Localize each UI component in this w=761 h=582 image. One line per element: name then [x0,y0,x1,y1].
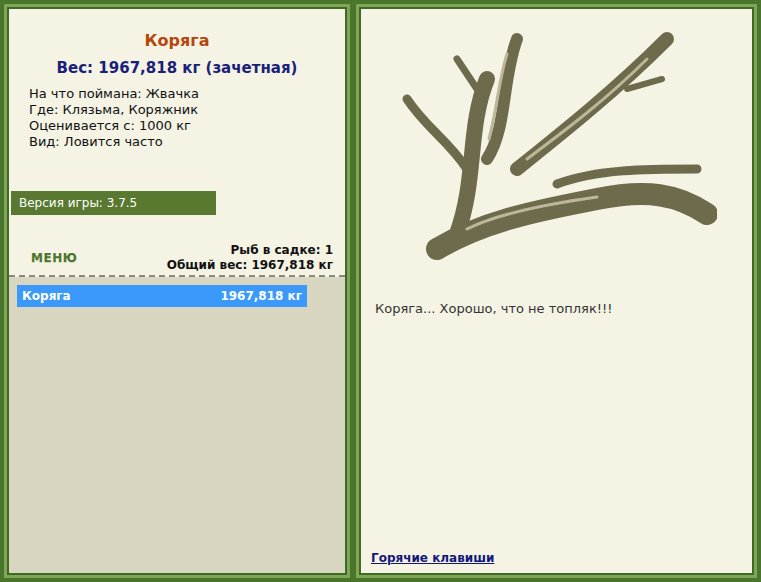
snag-icon [397,19,717,269]
detail-line: Где: Клязьма, Коряжник [29,102,333,118]
catch-info: Коряга Вес: 1967,818 кг (зачетная) На чт… [9,9,345,277]
keepnet-list: Коряга 1967,818 кг [9,277,345,573]
menu-button[interactable]: МЕНЮ [31,249,77,267]
item-weight: 1967,818 кг [220,287,302,305]
catch-title: Коряга [21,29,333,53]
catch-details: На что поймана: ЖвачкаГде: Клязьма, Коря… [21,86,333,150]
keepnet-stats: Рыб в садке: 1 Общий вес: 1967,818 кг [167,243,333,273]
game-window: Коряга Вес: 1967,818 кг (зачетная) На чт… [0,0,761,582]
version-bar: Версия игры: 3.7.5 [11,191,216,215]
catch-description: Коряга... Хорошо, что не топляк!!! [369,299,744,319]
catch-weight: Вес: 1967,818 кг (зачетная) [21,57,333,80]
detail-line: Оценивается с: 1000 кг [29,118,333,134]
detail-line: Вид: Ловится часто [29,134,333,150]
item-name: Коряга [22,287,71,305]
hotkeys-link[interactable]: Горячие клавиши [369,551,494,565]
menu-row: МЕНЮ Рыб в садке: 1 Общий вес: 1967,818 … [21,243,333,273]
fish-count: Рыб в садке: 1 [167,243,333,258]
detail-line: На что поймана: Жвачка [29,86,333,102]
snag-image [369,19,744,269]
catch-panel: Коряга Вес: 1967,818 кг (зачетная) На чт… [4,4,350,578]
preview-panel: Коряга... Хорошо, что не топляк!!! Горяч… [356,4,757,578]
total-weight: Общий вес: 1967,818 кг [167,258,333,273]
keepnet-item[interactable]: Коряга 1967,818 кг [17,285,307,307]
